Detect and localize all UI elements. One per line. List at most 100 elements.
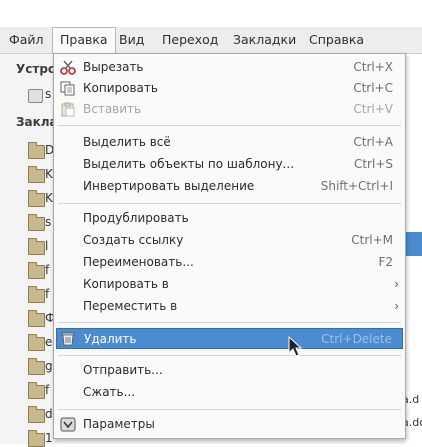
mouse-cursor-icon xyxy=(288,336,303,357)
trash-icon xyxy=(61,332,75,346)
menu-item-label: Копировать в xyxy=(83,277,169,291)
paste-icon xyxy=(61,102,75,117)
menu-item-create-link[interactable]: Создать ссылку Ctrl+M xyxy=(56,230,403,251)
menu-item-shortcut: Ctrl+C xyxy=(353,81,393,95)
sidebar-bookmark-item[interactable]: D xyxy=(28,142,54,159)
menu-item-shortcut: Ctrl+M xyxy=(351,233,393,247)
chevron-right-icon: › xyxy=(394,299,399,313)
folder-icon xyxy=(28,238,45,255)
copy-icon xyxy=(60,81,75,96)
menu-separator xyxy=(58,322,401,323)
folder-icon xyxy=(28,166,45,183)
menu-item-label: Переместить в xyxy=(83,299,178,313)
menu-separator xyxy=(58,355,401,356)
sidebar-bookmark-label: g xyxy=(45,359,53,373)
menu-item-select-all[interactable]: Выделить всё Ctrl+A xyxy=(56,132,403,153)
menu-separator xyxy=(58,125,401,126)
folder-icon xyxy=(28,142,45,159)
preferences-icon xyxy=(60,417,76,432)
menu-item-label: Вырезать xyxy=(83,60,144,74)
menubar: Файл Правка Вид Переход Закладки Справка xyxy=(0,27,422,54)
edit-menu-dropdown: Вырезать Ctrl+X Копировать Ctrl+C Встави… xyxy=(53,53,406,439)
sidebar-bookmark-item[interactable]: K xyxy=(28,166,53,183)
menu-item-label: Удалить xyxy=(84,332,137,346)
folder-icon xyxy=(28,190,45,207)
sidebar-bookmark-item[interactable]: f xyxy=(28,382,50,399)
folder-icon xyxy=(28,406,45,423)
sidebar-bookmark-label: s xyxy=(45,215,52,229)
sidebar-bookmark-label: f xyxy=(45,287,50,301)
sidebar-bookmark-item[interactable]: K xyxy=(28,190,53,207)
menu-item-select-pattern[interactable]: Выделить объекты по шаблону... Ctrl+S xyxy=(56,154,403,175)
menu-item-paste[interactable]: Вставить Ctrl+V xyxy=(56,99,403,120)
menu-view[interactable]: Вид xyxy=(112,27,151,53)
menu-item-label: Отправить... xyxy=(83,363,163,377)
folder-icon xyxy=(28,358,45,375)
menu-item-label: Выделить объекты по шаблону... xyxy=(83,157,295,171)
selected-file-row[interactable] xyxy=(404,232,422,256)
sidebar-device-label: s xyxy=(45,87,52,101)
sidebar-bookmark-label: 1 xyxy=(45,431,53,445)
menu-item-shortcut: Ctrl+A xyxy=(353,135,393,149)
sidebar-bookmark-label: K xyxy=(45,167,53,181)
sidebar-devices-heading: Устро xyxy=(16,62,57,76)
menu-item-copy-to[interactable]: Копировать в › xyxy=(56,274,403,295)
menu-item-shortcut: Ctrl+Delete xyxy=(321,332,392,346)
menu-item-label: Вставить xyxy=(83,102,142,116)
menu-item-preferences[interactable]: Параметры xyxy=(56,414,403,435)
sidebar-bookmark-label: e xyxy=(45,335,53,349)
menu-item-label: Сжать... xyxy=(83,385,136,399)
menu-edit[interactable]: Правка xyxy=(52,27,116,53)
menu-item-label: Переименовать... xyxy=(83,255,194,269)
sidebar-bookmark-label: d xyxy=(45,407,53,421)
folder-icon xyxy=(28,262,45,279)
menu-item-rename[interactable]: Переименовать... F2 xyxy=(56,252,403,273)
menu-item-compress[interactable]: Сжать... xyxy=(56,382,403,403)
scissors-icon xyxy=(60,60,76,75)
menu-item-send[interactable]: Отправить... xyxy=(56,360,403,381)
folder-icon xyxy=(28,334,45,351)
sidebar-bookmarks-heading: Закла xyxy=(16,115,58,129)
menu-item-label: Создать ссылку xyxy=(83,233,184,247)
sidebar-bookmark-label: K xyxy=(45,191,53,205)
sidebar-bookmark-label: l xyxy=(45,239,49,253)
chevron-right-icon: › xyxy=(394,277,399,291)
menu-bookmarks[interactable]: Закладки xyxy=(226,27,303,53)
menu-file[interactable]: Файл xyxy=(2,27,51,53)
sidebar-bookmark-item[interactable]: e xyxy=(28,334,52,351)
sidebar-bookmark-item[interactable]: 1 xyxy=(28,430,53,447)
menu-item-label: Параметры xyxy=(83,417,155,431)
folder-icon xyxy=(28,286,45,303)
folder-icon xyxy=(28,214,45,231)
folder-icon xyxy=(28,430,45,447)
menu-item-label: Копировать xyxy=(83,81,158,95)
sidebar-bookmark-item[interactable]: d xyxy=(28,406,53,423)
menu-item-duplicate[interactable]: Продублировать xyxy=(56,208,403,229)
sidebar-bookmark-item[interactable]: Ф xyxy=(28,310,55,327)
drive-icon xyxy=(28,89,43,103)
sidebar-bookmark-item[interactable]: f xyxy=(28,286,50,303)
menu-go[interactable]: Переход xyxy=(155,27,225,53)
menu-item-shortcut: F2 xyxy=(378,255,393,269)
sidebar-bookmark-item[interactable]: g xyxy=(28,358,53,375)
menu-help[interactable]: Справка xyxy=(302,27,371,53)
menu-item-copy[interactable]: Копировать Ctrl+C xyxy=(56,78,403,99)
folder-icon xyxy=(28,382,45,399)
menu-item-shortcut: Ctrl+S xyxy=(353,157,393,171)
sidebar-bookmark-item[interactable]: s xyxy=(28,214,52,231)
menu-item-shortcut: Ctrl+X xyxy=(353,60,393,74)
menu-item-move-to[interactable]: Переместить в › xyxy=(56,296,403,317)
menu-item-cut[interactable]: Вырезать Ctrl+X xyxy=(56,57,403,78)
menu-item-label: Продублировать xyxy=(83,211,189,225)
folder-icon xyxy=(28,310,45,327)
menu-item-label: Выделить всё xyxy=(83,135,171,149)
sidebar-bookmark-item[interactable]: f xyxy=(28,262,50,279)
sidebar-device-item[interactable]: s xyxy=(28,87,52,103)
menu-item-delete[interactable]: Удалить Ctrl+Delete xyxy=(56,328,403,349)
menu-item-invert-selection[interactable]: Инвертировать выделение Shift+Ctrl+I xyxy=(56,176,403,197)
menu-item-shortcut: Shift+Ctrl+I xyxy=(320,179,393,193)
sidebar-bookmark-label: f xyxy=(45,383,50,397)
sidebar-bookmark-label: f xyxy=(45,263,50,277)
sidebar-bookmark-item[interactable]: l xyxy=(28,238,49,255)
menu-item-shortcut: Ctrl+V xyxy=(353,102,393,116)
